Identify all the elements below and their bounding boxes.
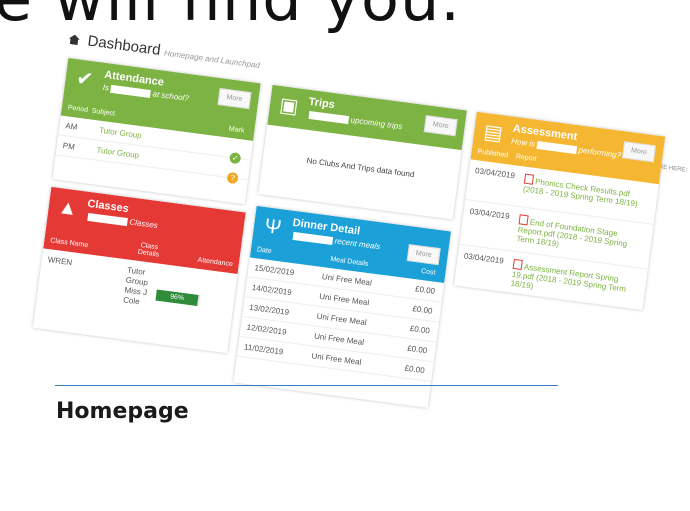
meal-date: 11/02/2019	[243, 342, 284, 357]
subject-link[interactable]: Tutor Group	[99, 126, 143, 141]
attendance-more-button[interactable]: More	[217, 88, 252, 110]
trips-empty-message: No Clubs And Trips data found	[306, 156, 415, 180]
caption-divider	[55, 385, 558, 386]
meal-cost: £0.00	[411, 304, 433, 316]
pdf-icon	[523, 173, 535, 185]
attendance-bar: 96%	[155, 289, 201, 307]
meal-cost: £0.00	[414, 284, 436, 296]
meal-details: Uni Free Meal	[316, 311, 368, 328]
trips-header: ▣ Trips upcoming trips More	[267, 84, 467, 151]
meal-details: Uni Free Meal	[318, 291, 370, 308]
attendance-panel: ✔ Attendance Isat school? More Period Su…	[52, 58, 261, 205]
class-name: WREN	[47, 255, 73, 268]
meal-date: 13/02/2019	[248, 302, 290, 317]
document-icon: ▤	[482, 120, 504, 146]
trips-subtitle: upcoming trips	[306, 110, 403, 131]
pdf-icon	[518, 214, 529, 226]
question-icon: ?	[226, 171, 239, 185]
classes-panel: ▲ Classes Classes Class Name Class Detail…	[32, 186, 246, 354]
dashboard-screenshot: DashboardHomepage and Launchpad YOU ARE …	[18, 30, 690, 511]
redacted-name	[292, 231, 334, 245]
dinner-panel: Ψ Dinner Detail recent meals More Date Me…	[233, 205, 451, 408]
meal-date: 12/02/2019	[246, 322, 288, 337]
attendance-bar-fill: 96%	[155, 289, 199, 306]
meal-cost: £0.00	[406, 343, 428, 356]
meal-date: 15/02/2019	[253, 263, 295, 278]
meal-details: Uni Free Meal	[321, 272, 373, 288]
trips-more-button[interactable]: More	[423, 115, 458, 137]
meal-details: Uni Free Meal	[313, 331, 365, 348]
meal-cost: £0.00	[409, 323, 431, 336]
redacted-name	[110, 84, 152, 98]
caption: Homepage	[56, 399, 189, 424]
pdf-icon	[512, 258, 523, 270]
redacted-name	[308, 110, 350, 124]
check-icon: ✓	[229, 151, 242, 165]
trips-panel: ▣ Trips upcoming trips More No Clubs And…	[258, 84, 467, 220]
trips-title: Trips	[307, 95, 336, 112]
page-title: Dashboard	[86, 32, 162, 59]
meal-details: Uni Free Meal	[310, 351, 362, 367]
page-subtitle: Homepage and Launchpad	[163, 48, 261, 71]
report-link[interactable]: Assessment Report Spring 19.pdf (2018 - …	[510, 258, 639, 304]
redacted-name	[87, 212, 128, 226]
class-details: Tutor Group Miss J Cole	[122, 265, 149, 307]
check-icon: ✔	[74, 67, 95, 92]
assessment-panel: ▤ Assessment How isperforming? More Publ…	[453, 111, 666, 311]
dinner-more-button[interactable]: More	[406, 244, 441, 266]
bus-icon: ▣	[278, 94, 300, 119]
home-icon[interactable]	[68, 34, 80, 45]
graduation-cap-icon: ▲	[56, 196, 79, 221]
meal-date: 14/02/2019	[251, 282, 293, 298]
meal-cost: £0.00	[404, 363, 426, 376]
assessment-more-button[interactable]: More	[621, 141, 656, 163]
subject-link[interactable]: Tutor Group	[96, 146, 140, 161]
fork-knife-icon: Ψ	[263, 215, 283, 240]
report-link[interactable]: End of Foundation Stage Report.pdf (2018…	[516, 213, 645, 259]
redacted-name	[536, 140, 578, 155]
